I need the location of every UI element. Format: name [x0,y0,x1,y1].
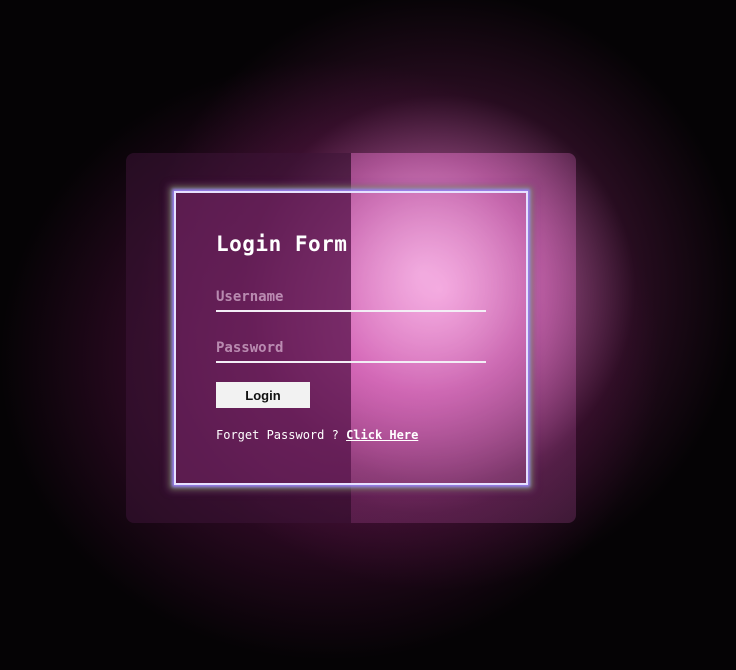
login-form-title: Login Form [216,232,348,256]
forgot-password-line: Forget Password ? Click Here [216,428,418,442]
username-input[interactable] [216,284,486,312]
forgot-password-text: Forget Password ? [216,428,339,442]
login-button[interactable]: Login [216,382,310,408]
click-here-link[interactable]: Click Here [346,428,418,442]
password-input[interactable] [216,335,486,363]
page-background: Login Form Login Forget Password ? Click… [0,0,736,670]
